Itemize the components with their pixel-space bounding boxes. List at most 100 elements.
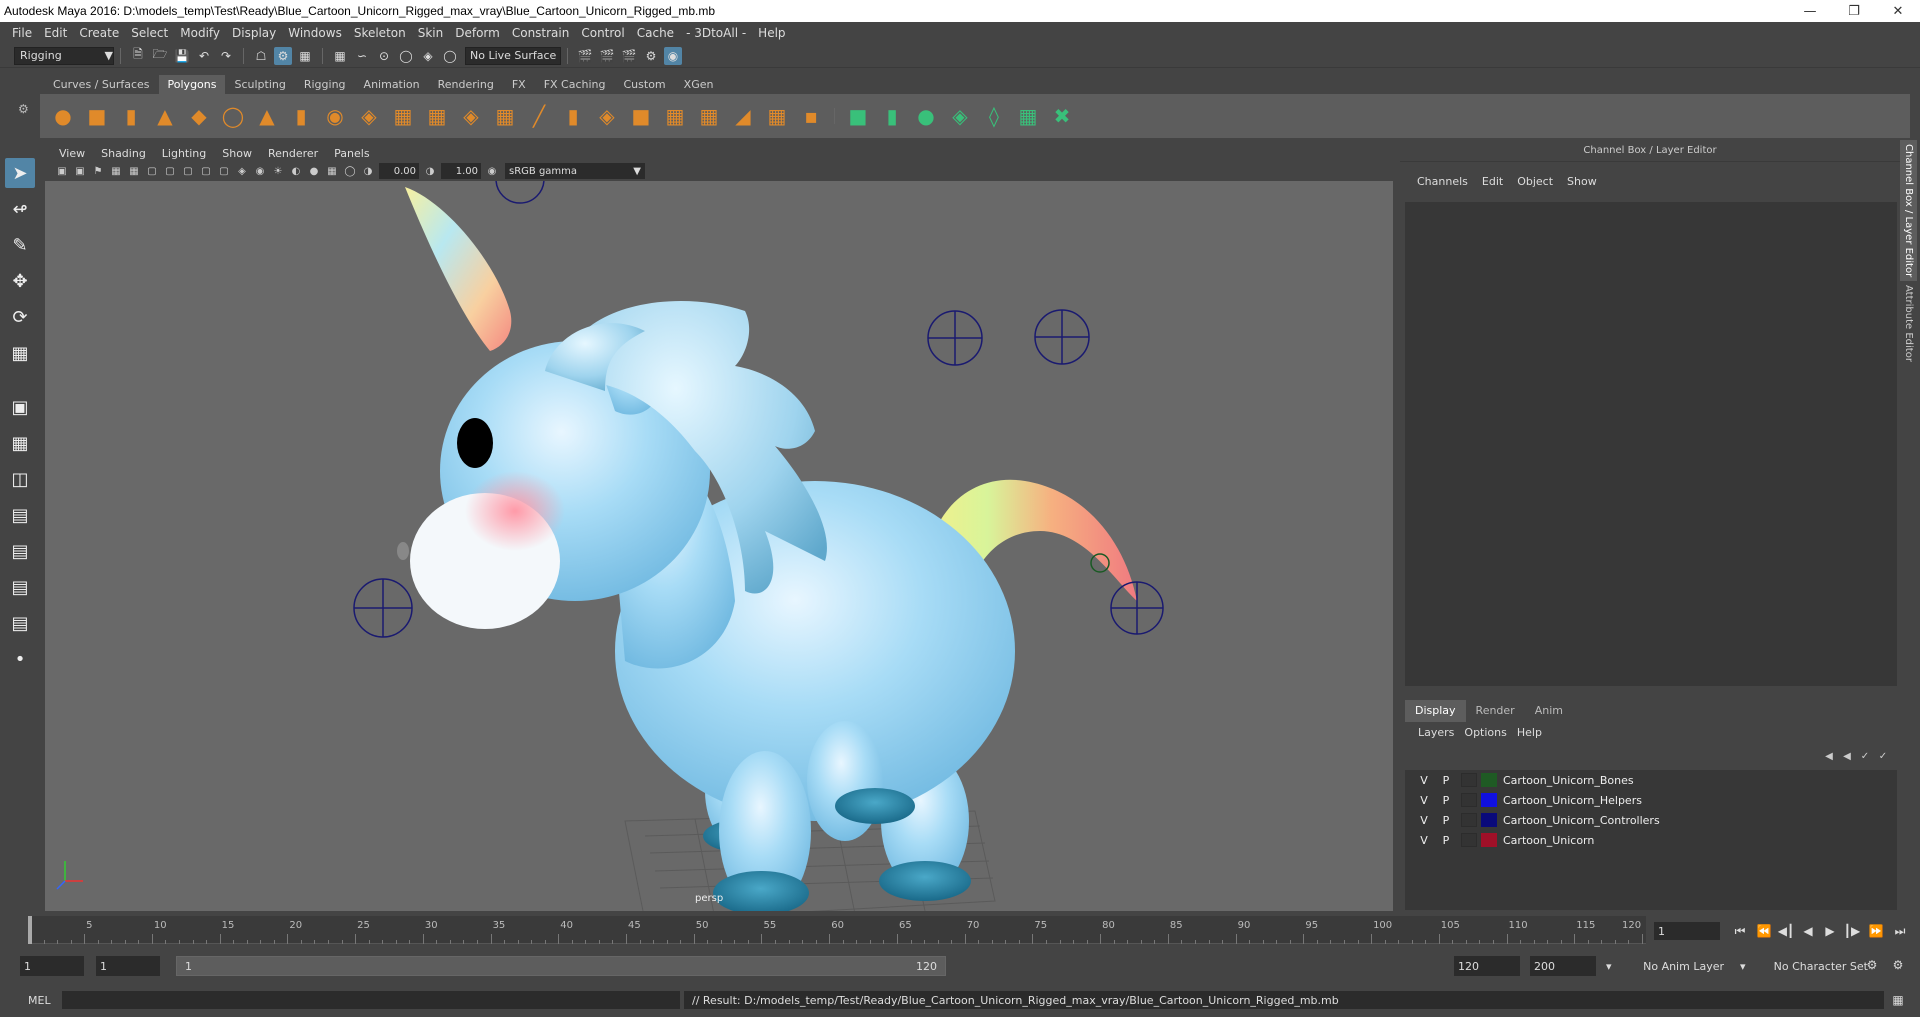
- poly-plane-icon[interactable]: ◆: [184, 101, 214, 131]
- layer-menu-help[interactable]: Help: [1517, 726, 1542, 739]
- outliner-layout-icon[interactable]: ▤: [5, 500, 35, 530]
- redo-icon[interactable]: ↷: [217, 47, 235, 65]
- target-weld-icon[interactable]: ◢: [728, 101, 758, 131]
- exposure-icon[interactable]: ◑: [360, 163, 376, 179]
- shelf-tab-curves-surfaces[interactable]: Curves / Surfaces: [44, 75, 159, 94]
- playback-end-field[interactable]: 120: [1454, 956, 1520, 976]
- isolate-icon[interactable]: ▦: [324, 163, 340, 179]
- tab-anim[interactable]: Anim: [1525, 700, 1573, 722]
- snap-curve-icon[interactable]: ∽: [353, 47, 371, 65]
- uv-planar-icon[interactable]: ■: [843, 101, 873, 131]
- poly-pipe-icon[interactable]: ▮: [286, 101, 316, 131]
- viewport-menu-show[interactable]: Show: [222, 147, 252, 160]
- snap-live-icon[interactable]: ◯: [441, 47, 459, 65]
- hypershade-layout-icon[interactable]: ▤: [5, 572, 35, 602]
- anim-preferences-icon[interactable]: ⚙: [1888, 956, 1908, 974]
- viewport-menu-renderer[interactable]: Renderer: [268, 147, 318, 160]
- layer-row[interactable]: V P Cartoon_Unicorn_Controllers: [1405, 810, 1897, 830]
- layer-type[interactable]: [1461, 833, 1477, 847]
- step-forward-key-icon[interactable]: ⏩: [1866, 922, 1886, 940]
- channel-menu-object[interactable]: Object: [1517, 175, 1553, 188]
- ipr-render-icon[interactable]: 🎬: [620, 47, 638, 65]
- uv-cylindrical-icon[interactable]: ▮: [877, 101, 907, 131]
- step-forward-frame-icon[interactable]: ┃▶: [1842, 922, 1862, 940]
- close-icon[interactable]: ✕: [1876, 0, 1920, 22]
- select-hierarchy-icon[interactable]: ☖: [252, 47, 270, 65]
- select-component-icon[interactable]: ▦: [296, 47, 314, 65]
- uv-checker-icon[interactable]: ▦: [1013, 101, 1043, 131]
- menu-constrain[interactable]: Constrain: [512, 26, 570, 40]
- move-layer-down-icon[interactable]: ◀: [1839, 748, 1855, 764]
- restore-icon[interactable]: ❐: [1832, 0, 1876, 22]
- layer-menu-layers[interactable]: Layers: [1418, 726, 1454, 739]
- layer-type[interactable]: [1461, 773, 1477, 787]
- menu-help[interactable]: Help: [758, 26, 785, 40]
- layer-menu-options[interactable]: Options: [1464, 726, 1506, 739]
- merge-icon[interactable]: ▦: [762, 101, 792, 131]
- controller-circle[interactable]: [495, 181, 545, 204]
- layer-color-swatch[interactable]: [1481, 813, 1497, 827]
- ao-icon[interactable]: ●: [306, 163, 322, 179]
- poly-sphere-icon[interactable]: ●: [48, 101, 78, 131]
- snap-point-icon[interactable]: ⊙: [375, 47, 393, 65]
- bridge-icon[interactable]: ▮: [558, 101, 588, 131]
- layer-visibility[interactable]: V: [1413, 774, 1435, 787]
- layer-row[interactable]: V P Cartoon_Unicorn_Bones: [1405, 770, 1897, 790]
- tab-display[interactable]: Display: [1405, 700, 1466, 722]
- extrude-icon[interactable]: ◈: [592, 101, 622, 131]
- combine-icon[interactable]: ◉: [320, 101, 350, 131]
- new-layer-icon[interactable]: ✓: [1857, 748, 1873, 764]
- undo-icon[interactable]: ↶: [195, 47, 213, 65]
- range-slider[interactable]: 1 120: [176, 956, 946, 976]
- menu-set-dropdown[interactable]: Rigging ▼: [14, 46, 114, 65]
- shelf-tab-fx[interactable]: FX: [503, 75, 535, 94]
- lights-icon[interactable]: ☀: [270, 163, 286, 179]
- side-tab-attribute-editor[interactable]: Attribute Editor: [1900, 281, 1917, 366]
- rotate-tool-icon[interactable]: ⟳: [5, 302, 35, 332]
- snap-view-icon[interactable]: ◯: [397, 47, 415, 65]
- play-backwards-icon[interactable]: ◀: [1798, 922, 1818, 940]
- go-to-start-icon[interactable]: ⏮: [1730, 922, 1750, 940]
- tab-render[interactable]: Render: [1466, 700, 1525, 722]
- hypershade-icon[interactable]: ◉: [664, 46, 682, 65]
- menu-display[interactable]: Display: [232, 26, 276, 40]
- mirror-icon[interactable]: ▦: [490, 101, 520, 131]
- channel-menu-show[interactable]: Show: [1567, 175, 1597, 188]
- extract-icon[interactable]: ▦: [388, 101, 418, 131]
- lasso-tool-icon[interactable]: ↫: [5, 194, 35, 224]
- open-scene-icon[interactable]: 🗁: [151, 47, 169, 65]
- layer-visibility[interactable]: V: [1413, 834, 1435, 847]
- paint-select-icon[interactable]: ✎: [5, 230, 35, 260]
- shelf-tab-polygons[interactable]: Polygons: [158, 75, 226, 94]
- scale-tool-icon[interactable]: ▦: [5, 338, 35, 368]
- poly-cylinder-icon[interactable]: ▮: [116, 101, 146, 131]
- channel-menu-edit[interactable]: Edit: [1482, 175, 1503, 188]
- layer-type[interactable]: [1461, 813, 1477, 827]
- menu-edit[interactable]: Edit: [44, 26, 67, 40]
- layer-color-swatch[interactable]: [1481, 773, 1497, 787]
- character-set-dropdown[interactable]: ▾ No Character Set: [1734, 956, 1874, 976]
- film-gate-icon[interactable]: ▢: [144, 163, 160, 179]
- menu-deform[interactable]: Deform: [455, 26, 500, 40]
- snap-surface-icon[interactable]: ◈: [419, 47, 437, 65]
- layer-row[interactable]: V P Cartoon_Unicorn: [1405, 830, 1897, 850]
- poly-cube-icon[interactable]: ■: [82, 101, 112, 131]
- gate-mask-icon[interactable]: ▢: [180, 163, 196, 179]
- color-management-icon[interactable]: ◉: [484, 163, 500, 179]
- layer-visibility[interactable]: V: [1413, 814, 1435, 827]
- channel-menu-channels[interactable]: Channels: [1417, 175, 1468, 188]
- layer-visibility[interactable]: V: [1413, 794, 1435, 807]
- bevel-icon[interactable]: ╱: [524, 101, 554, 131]
- four-pane-layout-icon[interactable]: ▦: [5, 428, 35, 458]
- side-tab-channel-box[interactable]: Channel Box / Layer Editor: [1900, 140, 1917, 282]
- append-icon[interactable]: ■: [626, 101, 656, 131]
- viewport-menu-panels[interactable]: Panels: [334, 147, 369, 160]
- script-editor-icon[interactable]: ▦: [1888, 991, 1908, 1009]
- menu-3dtoall[interactable]: - 3DtoAll -: [686, 26, 746, 40]
- bookmark-icon[interactable]: ⚑: [90, 163, 106, 179]
- gamma-icon[interactable]: ◑: [422, 163, 438, 179]
- field-chart-icon[interactable]: ▢: [198, 163, 214, 179]
- move-layer-up-icon[interactable]: ◀: [1821, 748, 1837, 764]
- go-to-end-icon[interactable]: ⏭: [1890, 922, 1910, 940]
- boolean-icon[interactable]: ◈: [456, 101, 486, 131]
